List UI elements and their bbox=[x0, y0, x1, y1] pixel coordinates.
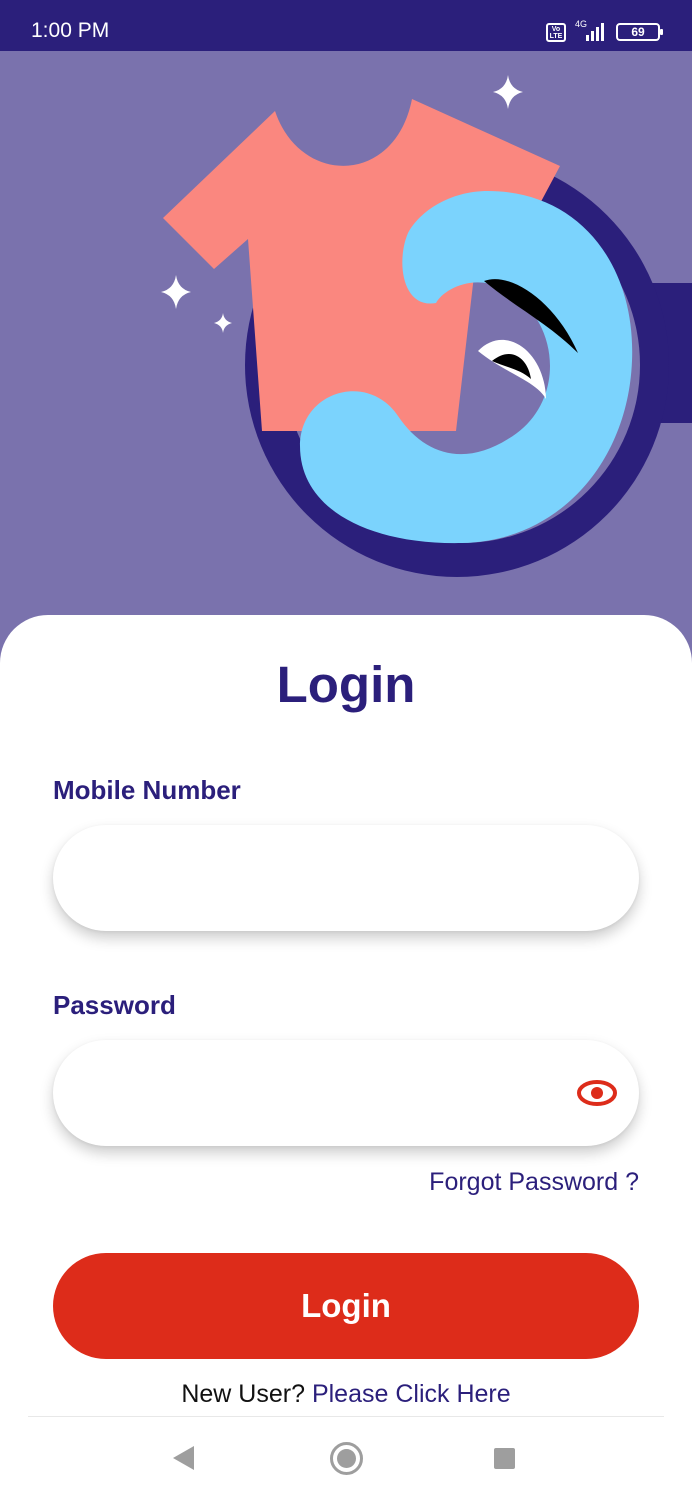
mobile-number-input[interactable] bbox=[83, 825, 583, 931]
volte-icon: Vo LTE bbox=[546, 22, 566, 42]
mobile-number-field-container bbox=[53, 825, 639, 931]
status-time: 1:00 PM bbox=[31, 19, 110, 42]
home-icon[interactable] bbox=[330, 1442, 363, 1475]
nav-divider bbox=[28, 1416, 664, 1417]
sparkle-icon bbox=[493, 75, 523, 109]
network-type-label: 4G bbox=[575, 19, 588, 29]
eye-icon[interactable] bbox=[577, 1078, 617, 1108]
password-field-container bbox=[53, 1040, 639, 1146]
sparkle-icon bbox=[161, 275, 191, 309]
hero-illustration bbox=[0, 51, 692, 671]
password-input[interactable] bbox=[83, 1040, 583, 1146]
back-icon[interactable] bbox=[173, 1446, 194, 1470]
recent-apps-icon[interactable] bbox=[494, 1448, 515, 1469]
register-link[interactable]: Please Click Here bbox=[312, 1380, 511, 1408]
laundry-illustration bbox=[161, 75, 692, 577]
page-title: Login bbox=[276, 656, 416, 713]
battery-icon: 69 bbox=[616, 23, 663, 41]
new-user-text: New User? bbox=[181, 1380, 305, 1408]
status-bar: 1:00 PM Vo LTE 4G 69 bbox=[0, 0, 692, 51]
login-button[interactable]: Login bbox=[53, 1253, 639, 1359]
status-icons: Vo LTE 4G 69 bbox=[546, 19, 663, 45]
new-user-prompt: New User? Please Click Here bbox=[0, 1380, 692, 1409]
battery-level: 69 bbox=[631, 25, 645, 39]
signal-icon: 4G bbox=[572, 19, 610, 44]
login-card: Login Mobile Number Password Forgot Pass… bbox=[0, 615, 692, 1500]
mobile-number-label: Mobile Number bbox=[53, 775, 241, 805]
system-nav-bar bbox=[0, 1418, 692, 1500]
sparkle-icon bbox=[214, 313, 232, 333]
forgot-password-link[interactable]: Forgot Password ? bbox=[429, 1168, 639, 1197]
password-label: Password bbox=[53, 990, 176, 1020]
